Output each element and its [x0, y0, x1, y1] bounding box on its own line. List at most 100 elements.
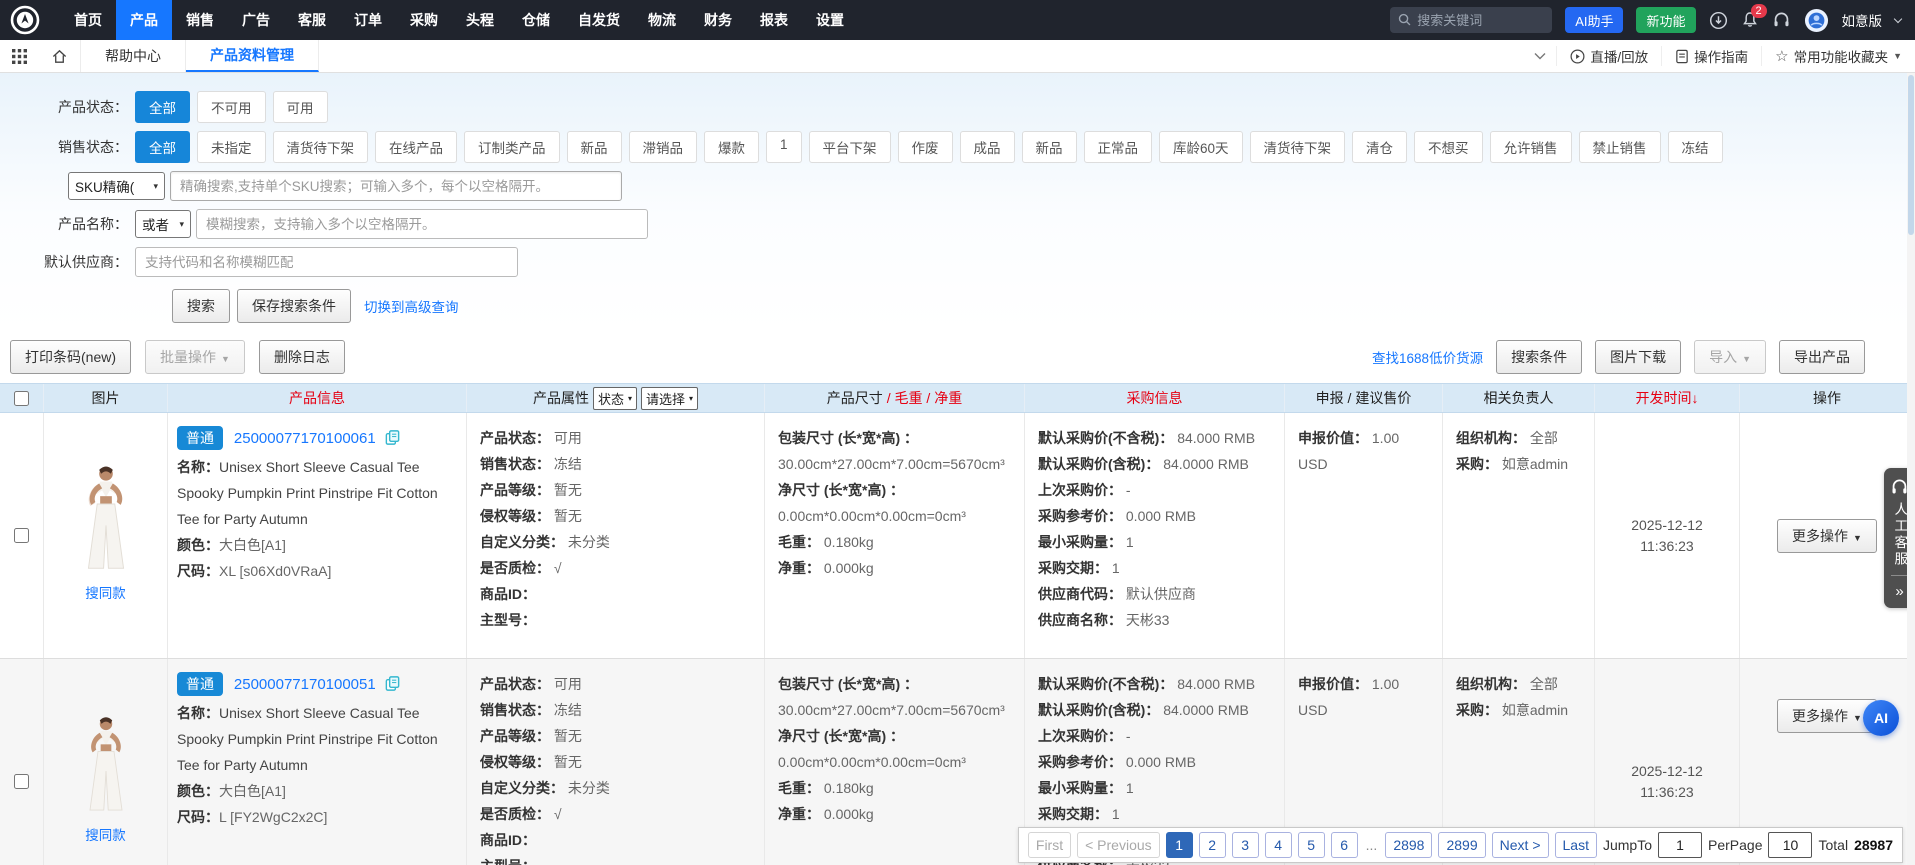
sales-status-chip[interactable]: 在线产品 — [375, 131, 457, 163]
sales-status-chip[interactable]: 1 — [766, 131, 802, 163]
global-search-input[interactable] — [1390, 7, 1553, 33]
attr-status-select[interactable]: 状态 ▾ — [592, 386, 637, 410]
page-button[interactable]: 6 — [1330, 832, 1358, 858]
nav-item[interactable]: 首页 — [60, 0, 116, 40]
sku-search-input[interactable] — [170, 171, 622, 201]
sales-status-chip[interactable]: 允许销售 — [1489, 131, 1572, 163]
sku-link[interactable]: 25000077170100051 — [234, 676, 376, 693]
default-supplier-input[interactable] — [135, 247, 518, 277]
collapse-chevron-icon[interactable] — [1524, 49, 1556, 63]
sales-status-chip[interactable]: 新品 — [1021, 131, 1077, 163]
tab-help-center[interactable]: 帮助中心 — [81, 40, 186, 72]
col-header-purchase-info[interactable]: 采购信息 — [1025, 384, 1285, 412]
export-products-button[interactable]: 导出产品 — [1779, 340, 1865, 374]
save-search-button[interactable]: 保存搜索条件 — [237, 289, 351, 323]
scrollbar-thumb[interactable] — [1908, 75, 1914, 235]
sales-status-chip[interactable]: 全部 — [135, 131, 190, 163]
ai-assistant-button[interactable]: AI助手 — [1565, 7, 1624, 33]
col-header-product-info[interactable]: 产品信息 — [168, 384, 467, 412]
more-actions-button[interactable]: 更多操作 ▼ — [1777, 518, 1877, 553]
search-same-style-link[interactable]: 搜同款 — [85, 823, 126, 849]
sales-status-chip[interactable]: 清货待下架 — [272, 131, 368, 163]
vertical-scrollbar[interactable] — [1907, 73, 1915, 865]
search-conditions-button[interactable]: 搜索条件 — [1496, 340, 1583, 374]
page-button[interactable]: 5 — [1297, 832, 1325, 858]
page-button[interactable]: 3 — [1231, 832, 1259, 858]
print-barcode-button[interactable]: 打印条码(new) — [10, 340, 132, 374]
nav-item[interactable]: 财务 — [690, 0, 746, 40]
sales-status-chip[interactable]: 正常品 — [1083, 131, 1153, 163]
nav-item[interactable]: 产品 — [116, 0, 172, 40]
nav-item[interactable]: 广告 — [228, 0, 284, 40]
nav-item[interactable]: 采购 — [396, 0, 452, 40]
ai-floating-button[interactable]: AI — [1863, 700, 1899, 736]
first-page-button[interactable]: First — [1027, 832, 1072, 858]
sales-status-chip[interactable]: 平台下架 — [808, 131, 891, 163]
nav-item[interactable]: 报表 — [746, 0, 802, 40]
select-all-checkbox[interactable] — [14, 390, 29, 406]
product-image[interactable] — [66, 715, 146, 819]
page-button[interactable]: 1 — [1165, 832, 1193, 858]
product-name-input[interactable] — [196, 209, 648, 239]
batch-operations-button[interactable]: 批量操作 ▼ — [145, 340, 245, 374]
new-feature-button[interactable]: 新功能 — [1636, 7, 1696, 33]
sales-status-chip[interactable]: 清仓 — [1352, 131, 1408, 163]
version-label[interactable]: 如意版 — [1842, 10, 1883, 30]
page-button[interactable]: 2899 — [1438, 832, 1486, 858]
nav-item[interactable]: 自发货 — [564, 0, 634, 40]
delete-log-button[interactable]: 删除日志 — [258, 340, 345, 374]
user-avatar[interactable] — [1804, 8, 1829, 33]
sales-status-chip[interactable]: 成品 — [959, 131, 1015, 163]
find-1688-source-link[interactable]: 查找1688低价货源 — [1372, 347, 1483, 367]
download-icon[interactable] — [1709, 11, 1728, 30]
col-header-size-weight[interactable]: 产品尺寸 / 毛重 / 净重 — [765, 384, 1025, 412]
search-button[interactable]: 搜索 — [172, 289, 230, 323]
more-actions-button[interactable]: 更多操作 ▼ — [1777, 699, 1877, 733]
page-button[interactable]: 4 — [1264, 832, 1292, 858]
nav-item[interactable]: 物流 — [634, 0, 690, 40]
sales-status-chip[interactable]: 滞销品 — [628, 131, 697, 163]
expand-panel-button[interactable]: » — [1895, 583, 1903, 602]
import-button[interactable]: 导入 ▼ — [1694, 340, 1766, 374]
row-checkbox[interactable] — [14, 774, 29, 789]
page-button[interactable]: 2898 — [1385, 832, 1433, 858]
copy-icon[interactable] — [384, 429, 401, 446]
copy-icon[interactable] — [384, 675, 401, 692]
col-header-dev-time-sort[interactable]: 开发时间↓ — [1595, 384, 1740, 412]
sales-status-chip[interactable]: 冻结 — [1667, 131, 1723, 163]
headset-support-icon[interactable] — [1772, 11, 1791, 30]
next-page-button[interactable]: Next > — [1491, 832, 1549, 858]
app-logo-icon[interactable] — [10, 5, 40, 35]
sales-status-chip[interactable]: 订制类产品 — [464, 131, 560, 163]
sales-status-chip[interactable]: 未指定 — [197, 131, 266, 163]
nav-item[interactable]: 仓储 — [508, 0, 564, 40]
name-match-mode-select[interactable]: 或者 ▾ — [135, 210, 191, 238]
home-icon[interactable] — [39, 40, 81, 72]
nav-item[interactable]: 订单 — [340, 0, 396, 40]
row-checkbox[interactable] — [14, 528, 29, 543]
sales-status-chip[interactable]: 新品 — [566, 131, 622, 163]
nav-item[interactable]: 销售 — [172, 0, 228, 40]
product-image[interactable] — [62, 465, 150, 577]
sales-status-chip[interactable]: 禁止销售 — [1578, 131, 1661, 163]
sku-mode-select[interactable]: SKU精确(▾ — [68, 172, 165, 200]
page-button[interactable]: 2 — [1198, 832, 1226, 858]
nav-item[interactable]: 设置 — [802, 0, 858, 40]
chevron-down-icon[interactable] — [1893, 14, 1903, 23]
previous-page-button[interactable]: < Previous — [1077, 832, 1160, 858]
operation-guide-link[interactable]: 操作指南 — [1661, 46, 1761, 66]
jumpto-input[interactable] — [1658, 832, 1702, 858]
product-status-chip[interactable]: 不可用 — [197, 91, 266, 123]
tab-product-data-management[interactable]: 产品资料管理 — [186, 40, 319, 72]
sku-link[interactable]: 25000077170100061 — [234, 430, 376, 447]
nav-item[interactable]: 客服 — [284, 0, 340, 40]
last-page-button[interactable]: Last — [1554, 832, 1597, 858]
image-download-button[interactable]: 图片下载 — [1595, 340, 1682, 374]
sales-status-chip[interactable]: 爆款 — [704, 131, 759, 163]
attr-choose-select[interactable]: 请选择 ▾ — [641, 386, 699, 410]
advanced-query-link[interactable]: 切换到高级查询 — [364, 296, 459, 316]
favorites-menu[interactable]: ☆ 常用功能收藏夹 ▼ — [1761, 46, 1915, 66]
sales-status-chip[interactable]: 库龄60天 — [1159, 131, 1243, 163]
apps-grid-icon[interactable] — [0, 40, 39, 72]
product-status-chip[interactable]: 全部 — [135, 91, 190, 123]
